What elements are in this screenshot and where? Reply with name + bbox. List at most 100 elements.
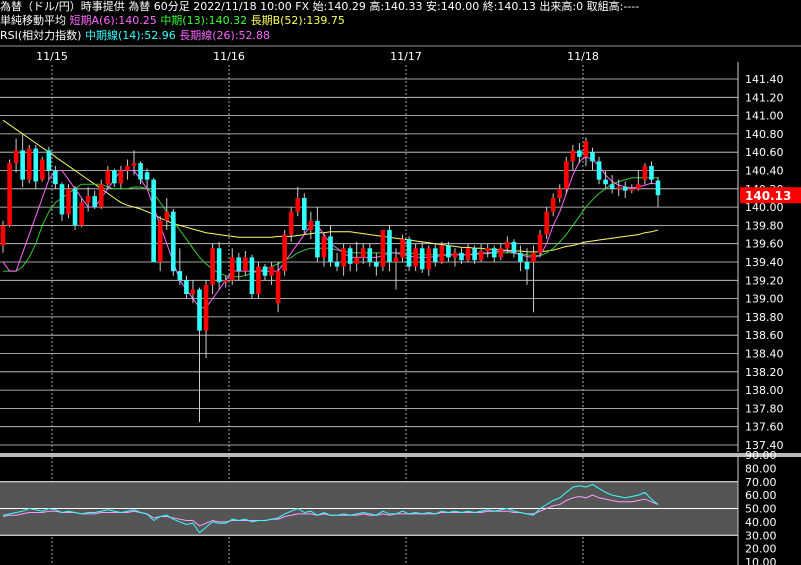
candle-down xyxy=(249,257,255,295)
candle-down xyxy=(302,197,307,230)
candle-down xyxy=(518,252,523,262)
candle-up xyxy=(26,148,32,180)
last-price-label: 140.13 xyxy=(745,189,791,203)
candle-up xyxy=(629,188,635,191)
candle-down xyxy=(511,241,517,253)
price-tick-label: 139.80 xyxy=(745,219,784,232)
candle-up xyxy=(360,248,366,258)
candle-down xyxy=(577,150,582,157)
candle-up xyxy=(485,248,490,252)
candle-down xyxy=(603,179,608,185)
candle-down xyxy=(590,152,595,162)
candle-up xyxy=(79,202,84,226)
candle-up xyxy=(537,234,543,253)
candle-up xyxy=(478,251,484,261)
candle-down xyxy=(184,280,189,295)
price-tick-label: 140.80 xyxy=(745,128,784,141)
candle-down xyxy=(649,165,654,180)
candle-down xyxy=(655,180,661,196)
price-tick-label: 140.60 xyxy=(745,146,784,159)
candle-down xyxy=(92,196,97,208)
rsi-tick-label: 50.00 xyxy=(745,503,777,516)
candle-down xyxy=(171,211,176,272)
candle-up xyxy=(164,211,170,221)
candle-up xyxy=(557,188,563,198)
candle-up xyxy=(426,248,432,270)
price-tick-label: 137.60 xyxy=(745,421,784,434)
price-tick-label: 138.80 xyxy=(745,311,784,324)
candle-down xyxy=(334,262,340,267)
candle-down xyxy=(596,161,602,180)
date-tick-label: 11/15 xyxy=(36,50,68,63)
candle-up xyxy=(157,220,163,262)
candle-up xyxy=(439,245,445,262)
candle-up xyxy=(308,220,314,230)
candle-down xyxy=(216,248,222,283)
candle-up xyxy=(544,211,549,235)
price-tick-label: 141.20 xyxy=(745,91,784,104)
candle-down xyxy=(406,239,412,267)
candle-down xyxy=(622,186,628,191)
rsi-bands xyxy=(0,481,738,536)
rsi-tick-label: 30.00 xyxy=(745,529,777,542)
candle-down xyxy=(472,248,477,261)
candle-up xyxy=(295,197,301,212)
rsi-tick-label: 10.00 xyxy=(745,556,777,565)
price-tick-label: 141.40 xyxy=(745,73,784,86)
price-tick-label: 138.00 xyxy=(745,384,784,397)
candle-up xyxy=(256,266,261,295)
candle-up xyxy=(243,257,248,272)
candle-up xyxy=(642,165,648,180)
candle-down xyxy=(419,248,425,270)
candle-up xyxy=(413,248,418,267)
date-tick-label: 11/16 xyxy=(213,50,245,63)
candle-down xyxy=(374,262,379,267)
price-tick-label: 138.20 xyxy=(745,366,784,379)
rsi-tick-label: 90.00 xyxy=(745,449,777,462)
candle-up xyxy=(498,248,504,258)
candle-down xyxy=(177,271,183,281)
candle-down xyxy=(20,150,25,180)
candle-down xyxy=(112,170,117,184)
price-tick-label: 139.40 xyxy=(745,256,784,269)
rsi-tick-label: 20.00 xyxy=(745,543,777,556)
candle-up xyxy=(452,252,458,258)
candle-down xyxy=(46,150,52,171)
price-tick-label: 138.60 xyxy=(745,329,784,342)
candle-up xyxy=(341,248,346,267)
candle-down xyxy=(59,184,65,215)
rsi-tick-label: 40.00 xyxy=(745,516,777,529)
rsi-tick-label: 80.00 xyxy=(745,462,777,475)
candle-up xyxy=(203,284,209,331)
candle-down xyxy=(315,220,320,258)
candle-up xyxy=(66,188,71,215)
candle-up xyxy=(636,184,641,189)
candle-up xyxy=(125,165,130,171)
date-tick-label: 11/18 xyxy=(567,50,599,63)
candle-down xyxy=(491,248,497,258)
candle-up xyxy=(616,186,621,189)
candle-up xyxy=(40,159,45,180)
candle-down xyxy=(609,184,615,189)
candle-up xyxy=(105,170,111,185)
candle-down xyxy=(262,266,268,276)
price-tick-label: 138.40 xyxy=(745,348,784,361)
rsi-band-upper xyxy=(0,481,738,509)
candle-down xyxy=(197,289,202,331)
rsi-tick-label: 70.00 xyxy=(745,476,777,489)
price-tick-label: 137.80 xyxy=(745,402,784,415)
panel-separator xyxy=(0,453,801,457)
candle-up xyxy=(131,163,137,166)
candle-up xyxy=(583,141,589,157)
candle-up xyxy=(269,266,274,276)
candle-up xyxy=(85,196,91,203)
candle-down xyxy=(151,179,156,262)
rsi-tick-label: 60.00 xyxy=(745,489,777,502)
candle-up xyxy=(275,271,281,304)
candle-up xyxy=(505,241,510,249)
candle-down xyxy=(236,257,242,272)
price-tick-label: 139.00 xyxy=(745,293,784,306)
candle-up xyxy=(288,211,294,235)
candle-up xyxy=(550,197,556,212)
candle-up xyxy=(0,225,6,246)
